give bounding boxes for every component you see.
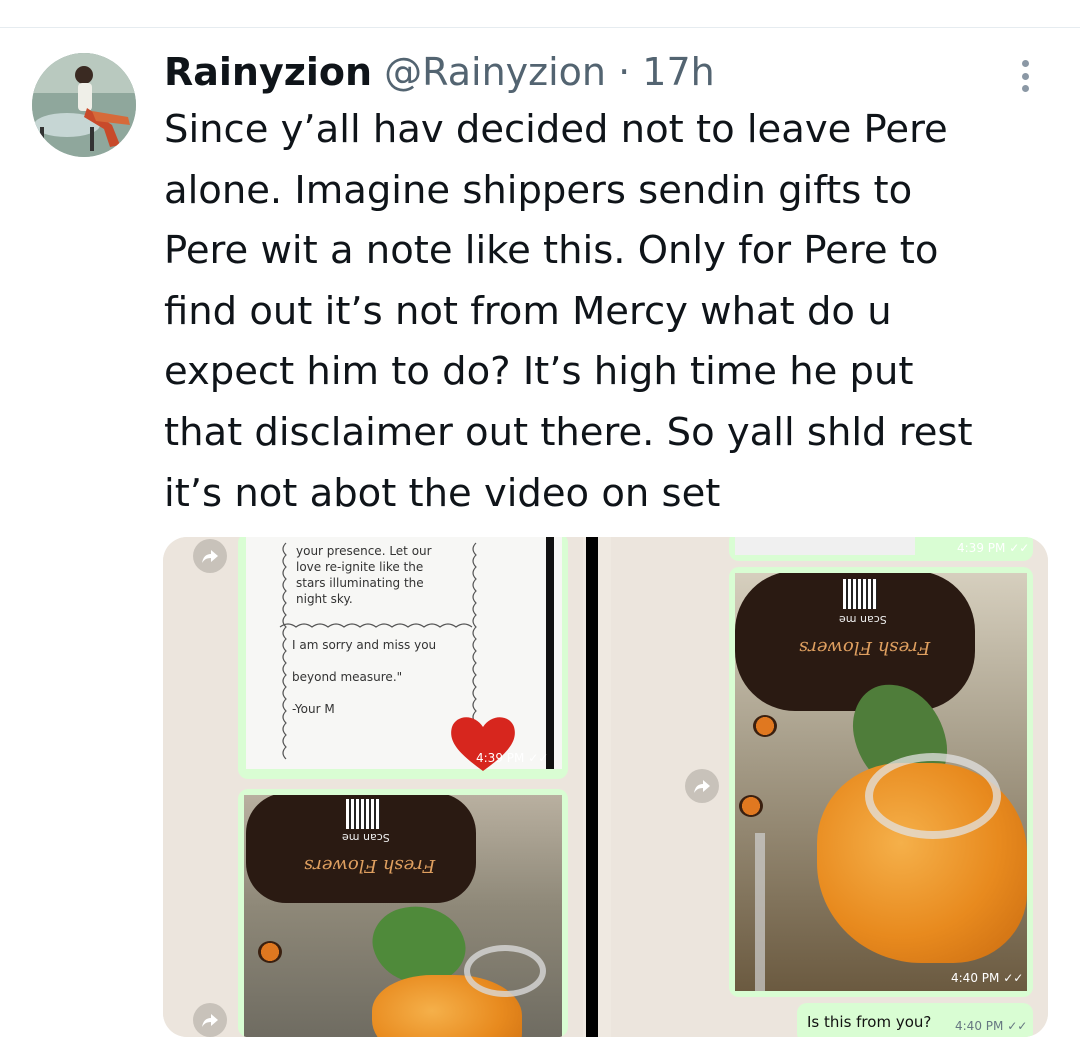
chat-bubble-top: 4:39 PM ✓✓: [729, 537, 1033, 561]
ladybug: [753, 715, 777, 737]
top-divider: [0, 27, 1080, 28]
ladybug: [258, 941, 282, 963]
header-separator: ·: [618, 50, 631, 94]
message-text: Is this from you?: [807, 1013, 932, 1031]
scan-label: Scan me: [839, 613, 887, 626]
chat-image-bubble[interactable]: Scan me Fresh Flowers 4:40 PM ✓✓: [729, 567, 1033, 997]
avatar-photo: [32, 53, 136, 157]
flower-photo: Scan me Fresh Flowers: [244, 795, 562, 1037]
media-divider: [586, 537, 598, 1037]
brand-label: Fresh Flowers: [304, 855, 436, 876]
flower-photo: Scan me Fresh Flowers: [735, 573, 1027, 991]
scan-label: Scan me: [342, 831, 390, 844]
tweet-text: Since y’all hav decided not to leave Per…: [164, 107, 973, 516]
note-text-top: your presence. Let our love re-ignite li…: [296, 544, 432, 606]
read-ticks-icon: ✓✓: [528, 751, 549, 765]
media-image-left[interactable]: your presence. Let our love re-ignite li…: [163, 537, 583, 1037]
tweet-header: Rainyzion @Rainyzion · 17h: [164, 50, 715, 94]
media-image-right[interactable]: 4:39 PM ✓✓ Scan me Fresh Flowers 4:40 PM…: [611, 537, 1048, 1037]
message-time: 4:40 PM ✓✓: [955, 1019, 1028, 1033]
tweet-media[interactable]: your presence. Let our love re-ignite li…: [163, 537, 1048, 1037]
chat-message-bubble[interactable]: Is this from you? 4:40 PM ✓✓: [797, 1003, 1033, 1037]
tweet-timestamp[interactable]: 17h: [642, 50, 714, 94]
read-ticks-icon: ✓✓: [1007, 1019, 1028, 1033]
author-handle[interactable]: @Rainyzion: [384, 50, 606, 94]
forward-icon[interactable]: [193, 1003, 227, 1037]
author-name[interactable]: Rainyzion: [164, 50, 372, 94]
note-card: your presence. Let our love re-ignite li…: [246, 537, 562, 771]
avatar[interactable]: [32, 53, 136, 157]
message-time: 4:40 PM ✓✓: [951, 971, 1024, 985]
brand-label: Fresh Flowers: [799, 637, 931, 658]
forward-icon[interactable]: [193, 539, 227, 573]
message-time: 4:39 PM ✓✓: [957, 541, 1030, 555]
message-time: 4:39 PM ✓✓: [476, 751, 549, 765]
chat-image-bubble[interactable]: your presence. Let our love re-ignite li…: [238, 537, 568, 779]
note-text-bottom: I am sorry and miss you beyond measure."…: [292, 638, 437, 716]
qr-code: [843, 579, 877, 609]
qr-code: [346, 799, 380, 829]
more-vertical-icon[interactable]: [1010, 56, 1040, 96]
read-ticks-icon: ✓✓: [1009, 541, 1030, 555]
chat-image-bubble[interactable]: Scan me Fresh Flowers: [238, 789, 568, 1037]
read-ticks-icon: ✓✓: [1003, 971, 1024, 985]
ladybug: [739, 795, 763, 817]
forward-icon[interactable]: [685, 769, 719, 803]
